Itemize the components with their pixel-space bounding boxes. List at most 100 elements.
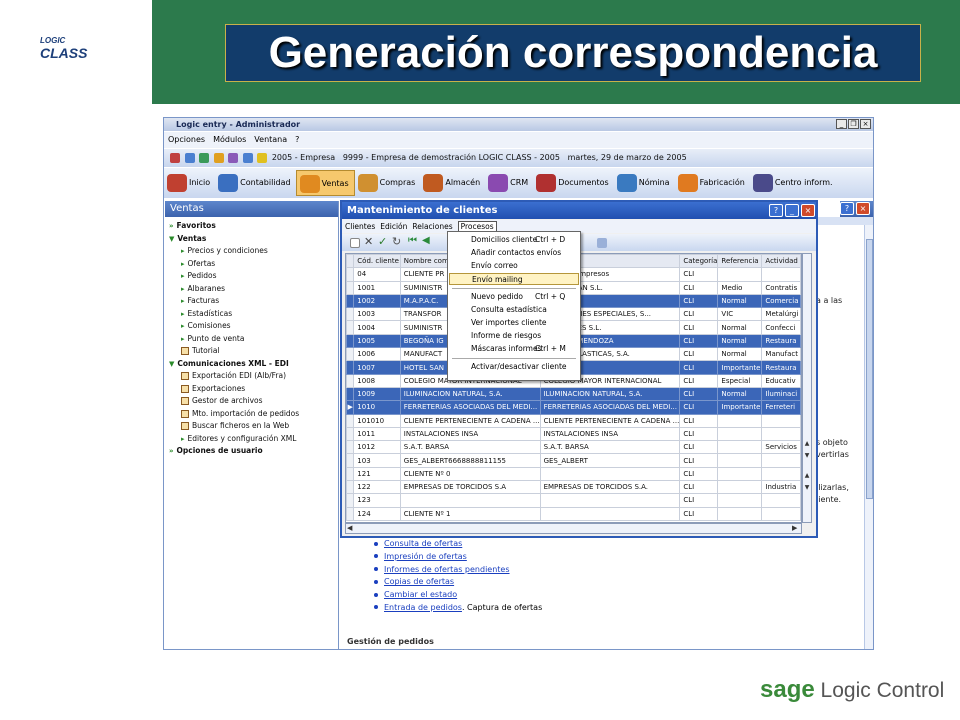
menu-item-consulta-estad-stica[interactable]: Consulta estadística [449, 304, 579, 316]
toolbar-button-inicio[interactable]: Inicio [164, 170, 215, 196]
menu-item-activar-desactivar-cliente[interactable]: Activar/desactivar cliente [449, 361, 579, 373]
content-link[interactable]: Consulta de ofertas [384, 539, 462, 548]
content-scrollbar[interactable] [864, 225, 873, 649]
table-row[interactable]: 1011 INSTALACIONES INSA INSTALACIONES INSA… [346, 426, 801, 442]
previous-record-icon[interactable]: ◀ [422, 235, 430, 246]
menu-item-nuevo-pedido[interactable]: Nuevo pedido Ctrl + Q [449, 291, 579, 303]
delete-icon[interactable]: ✕ [364, 235, 373, 248]
sidebar-item[interactable]: ▼ Comunicaciones XML - EDI [165, 358, 338, 371]
column-header[interactable]: Actividad [761, 254, 801, 269]
toolbar-button-compras[interactable]: Compras [355, 170, 421, 196]
scroll-down-icon[interactable]: ▼ [803, 484, 811, 491]
table-row[interactable]: 123 CLI [346, 493, 801, 508]
grid-horizontal-scrollbar[interactable]: ◀ ▶ [345, 523, 802, 534]
first-record-icon[interactable]: ⏮ [408, 235, 417, 246]
dialog-menu-clientes[interactable]: Clientes [345, 222, 375, 231]
tool-icon[interactable] [199, 152, 210, 163]
sidebar-item[interactable]: ▸ Precios y condiciones [165, 245, 338, 258]
grid-vertical-scrollbar[interactable]: ▲ ▼ ▲ ▼ [802, 253, 812, 523]
scroll-down-icon[interactable]: ▼ [803, 452, 811, 459]
menu-item--[interactable]: ? [295, 135, 299, 144]
restore-icon[interactable]: ❐ [848, 119, 859, 129]
toolbar-button-n-mina[interactable]: Nómina [614, 170, 675, 196]
scroll-right-icon[interactable]: ▶ [792, 524, 797, 532]
star-icon[interactable] [257, 152, 268, 163]
scroll-up-icon[interactable]: ▲ [803, 472, 811, 479]
table-row[interactable]: 101010 CLIENTE PERTENECIENTE A CADENA ...… [346, 413, 801, 428]
sidebar-item[interactable]: ▼ Ventas [165, 233, 338, 246]
table-row[interactable]: 1009 ILUMINACION NATURAL, S.A. ILUMINACION… [346, 386, 801, 402]
content-link[interactable]: Cambiar el estado [384, 590, 457, 599]
toolbar-button-documentos[interactable]: Documentos [533, 170, 614, 196]
cell-name: GES_ALBERT6668888811155 [399, 453, 541, 468]
table-row[interactable]: 124 CLIENTE Nº 1 CLI [346, 506, 801, 521]
close-icon[interactable]: × [801, 204, 815, 217]
toolbar-button-crm[interactable]: CRM [485, 170, 533, 196]
content-link[interactable]: Informes de ofertas pendientes [384, 565, 510, 574]
sidebar-item[interactable]: Mto. importación de pedidos [165, 408, 338, 421]
table-row[interactable]: 103 GES_ALBERT6668888811155 GES_ALBERT CLI [346, 453, 801, 468]
check-icon[interactable]: ✓ [378, 235, 387, 248]
table-row[interactable]: 1012 S.A.T. BARSA S.A.T. BARSA CLI Servicios [346, 440, 801, 455]
tool-icon[interactable] [184, 152, 195, 163]
content-link[interactable]: Impresión de ofertas [384, 552, 467, 561]
tool-icon[interactable] [242, 152, 253, 163]
dialog-menu-relaciones[interactable]: Relaciones [412, 222, 452, 231]
table-row[interactable]: 122 EMPRESAS DE TORCIDOS S.A EMPRESAS DE T… [346, 480, 801, 495]
dialog-menu-edición[interactable]: Edición [380, 222, 407, 231]
menu-item-domicilios-cliente[interactable]: Domicilios cliente Ctrl + D [449, 234, 579, 246]
toolbar-button-centro-inform-[interactable]: Centro inform. [750, 170, 838, 196]
table-row[interactable]: ▶ 1010 FERRETERIAS ASOCIADAS DEL MEDI... FE… [346, 400, 801, 415]
sidebar-item[interactable]: ▸ Facturas [165, 295, 338, 308]
scroll-thumb[interactable] [866, 239, 873, 499]
sidebar-item[interactable]: ▸ Albaranes [165, 283, 338, 296]
menu-item-opciones[interactable]: Opciones [168, 135, 205, 144]
tool-icon[interactable] [228, 152, 239, 163]
help-icon[interactable]: ? [769, 204, 783, 217]
content-link[interactable]: Copias de ofertas [384, 577, 454, 586]
toolbar-button-ventas[interactable]: Ventas [295, 170, 355, 196]
help-icon[interactable]: ? [840, 202, 854, 215]
sidebar-item[interactable]: Gestor de archivos [165, 395, 338, 408]
menu-item-m-dulos[interactable]: Módulos [213, 135, 246, 144]
sidebar-item[interactable]: ▸ Editores y configuración XML [165, 433, 338, 446]
toolbar-button-contabilidad[interactable]: Contabilidad [215, 170, 295, 196]
toolbar-button-fabricaci-n[interactable]: Fabricación [675, 170, 750, 196]
menu-item-env-o-correo[interactable]: Envío correo [449, 260, 579, 272]
menu-item-env-o-mailing[interactable]: Envío mailing [449, 273, 579, 285]
menu-item-ver-importes-cliente[interactable]: Ver importes cliente [449, 317, 579, 329]
sidebar-item[interactable]: ▸ Comisiones [165, 320, 338, 333]
content-link[interactable]: Entrada de pedidos [384, 603, 462, 612]
new-icon[interactable] [350, 238, 360, 248]
sidebar-item[interactable]: ▸ Punto de venta [165, 333, 338, 346]
sidebar-item[interactable]: Buscar ficheros en la Web [165, 420, 338, 433]
column-header[interactable]: Categoría [679, 254, 719, 269]
close-icon[interactable]: × [860, 119, 871, 129]
minimize-icon[interactable]: _ [836, 119, 847, 129]
scroll-up-icon[interactable]: ▲ [803, 440, 811, 447]
sidebar-item[interactable]: ▸ Ofertas [165, 258, 338, 271]
sidebar-item[interactable]: » Opciones de usuario [165, 445, 338, 458]
sidebar-item[interactable]: Exportaciones [165, 383, 338, 396]
table-row[interactable]: 121 CLIENTE Nº 0 CLI [346, 466, 801, 482]
sidebar-item[interactable]: Exportación EDI (Alb/Fra) [165, 370, 338, 383]
toolbar-button-almac-n[interactable]: Almacén [420, 170, 485, 196]
sidebar-item[interactable]: » Favoritos [165, 220, 338, 233]
menu-item-a-adir-contactos-env-os[interactable]: Añadir contactos envíos [449, 247, 579, 259]
logo-top: LOGIC [40, 36, 66, 45]
column-header[interactable]: Referencia [717, 254, 763, 269]
column-header[interactable]: Cód. cliente [353, 254, 401, 269]
close-icon[interactable]: × [856, 202, 870, 215]
scroll-left-icon[interactable]: ◀ [347, 524, 352, 532]
sidebar-item[interactable]: Tutorial [165, 345, 338, 358]
tool-icon[interactable] [213, 152, 224, 163]
menu-item-ventana[interactable]: Ventana [254, 135, 287, 144]
minimize-icon[interactable]: _ [785, 204, 799, 217]
menu-item-informe-de-riesgos[interactable]: Informe de riesgos [449, 330, 579, 342]
sidebar-item[interactable]: ▸ Pedidos [165, 270, 338, 283]
refresh-icon[interactable]: ↻ [392, 235, 401, 248]
menu-item-m-scaras-informes[interactable]: Máscaras informes Ctrl + M [449, 343, 579, 355]
tool-icon[interactable] [170, 152, 180, 163]
sidebar-item[interactable]: ▸ Estadísticas [165, 308, 338, 321]
filter-icon[interactable] [597, 238, 607, 248]
